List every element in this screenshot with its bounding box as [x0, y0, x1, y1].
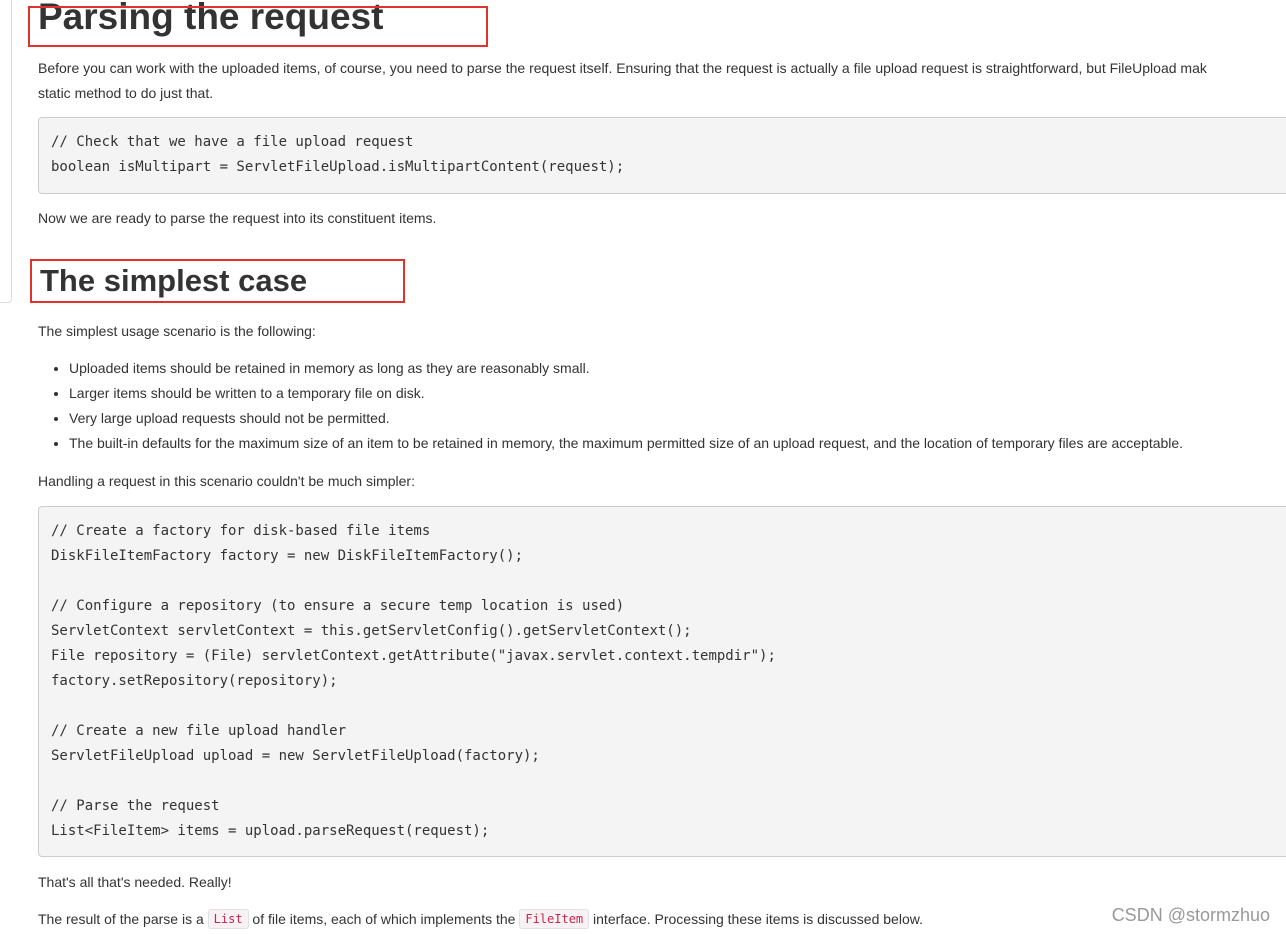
sidebar-edge [0, 0, 12, 303]
paragraph-conclusion: That's all that's needed. Really! [38, 874, 232, 890]
paragraph-scenario-intro: The simplest usage scenario is the follo… [38, 323, 316, 339]
inline-code-fileitem: FileItem [519, 909, 590, 929]
paragraph-parse-result: The result of the parse is a List of fil… [38, 907, 923, 932]
paragraph-handling-request: Handling a request in this scenario coul… [38, 473, 415, 489]
result-text-before: The result of the parse is a [38, 911, 208, 927]
result-text-after: interface. Processing these items is dis… [589, 911, 923, 927]
highlight-box-parsing [28, 6, 488, 47]
paragraph-parse-intro-line1: Before you can work with the uploaded it… [38, 60, 1207, 76]
result-text-middle: of file items, each of which implements … [248, 911, 520, 927]
paragraph-parse-intro-line2: static method to do just that. [38, 85, 214, 101]
watermark: CSDN @stormzhuo [1111, 905, 1270, 925]
list-item: Very large upload requests should not be… [69, 406, 1183, 431]
code-block-check-multipart: // Check that we have a file upload requ… [38, 117, 1286, 194]
paragraph-ready-to-parse: Now we are ready to parse the request in… [38, 210, 437, 226]
inline-code-list: List [207, 909, 249, 929]
code-block-simplest-case: // Create a factory for disk-based file … [38, 506, 1286, 857]
scenario-bullet-list: Uploaded items should be retained in mem… [38, 356, 1183, 456]
list-item: The built-in defaults for the maximum si… [69, 431, 1183, 456]
list-item: Larger items should be written to a temp… [69, 381, 1183, 406]
list-item: Uploaded items should be retained in mem… [69, 356, 1183, 381]
highlight-box-simplest [30, 259, 405, 303]
